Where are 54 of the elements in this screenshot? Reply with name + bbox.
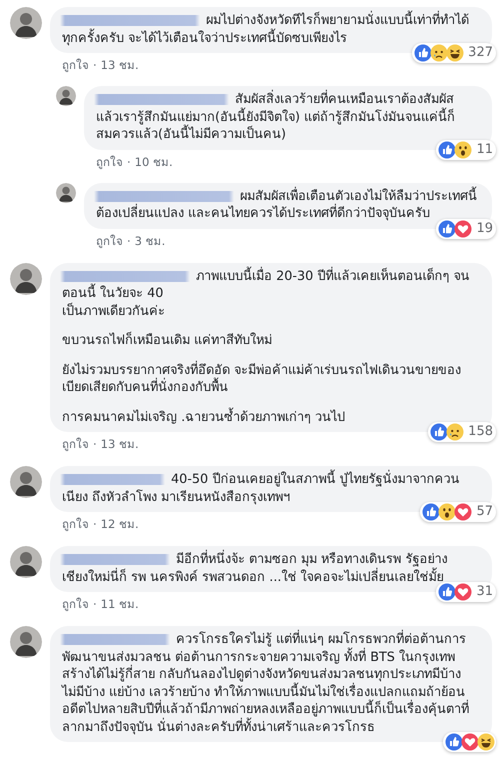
- surprised-face-icon: [454, 140, 472, 158]
- like-link[interactable]: ถูกใจ: [62, 515, 89, 533]
- avatar: [10, 262, 42, 294]
- reaction-summary[interactable]: 11: [436, 140, 496, 160]
- avatar: [56, 86, 76, 106]
- like-reaction-icon: [414, 44, 432, 62]
- avatar: [10, 466, 42, 498]
- reaction-summary[interactable]: 327: [412, 43, 496, 63]
- laughing-face-icon: [446, 44, 464, 62]
- comment-text: ภาพแบบนี้เมื่อ 20-30 ปีที่แล้วเคยเห็นตอนเด็กๆ จนตอนนี้ ในวัยจะ 40 เป็นภาพเดียวกันค่ะ: [62, 268, 470, 320]
- like-reaction-icon: [438, 583, 456, 601]
- heart-reaction-icon: [454, 583, 472, 601]
- avatar: [10, 7, 42, 39]
- reaction-summary[interactable]: 158: [428, 422, 496, 442]
- avatar: [10, 626, 42, 658]
- timestamp[interactable]: 13 ชม.: [100, 435, 139, 453]
- reaction-summary[interactable]: [443, 732, 496, 752]
- like-reaction-icon: [430, 423, 448, 441]
- timestamp[interactable]: 12 ชม.: [100, 515, 139, 533]
- like-link[interactable]: ถูกใจ: [62, 435, 89, 453]
- like-reaction-icon: [445, 733, 463, 751]
- separator: ·: [93, 437, 97, 451]
- separator: ·: [93, 597, 97, 611]
- heart-reaction-icon: [454, 503, 472, 521]
- reaction-summary[interactable]: 31: [436, 582, 496, 602]
- reaction-summary[interactable]: 19: [436, 218, 496, 238]
- avatar: [56, 182, 76, 202]
- comment-text: ควรโกรธใครไม่รู้ แต่ที่แน่ๆ ผมโกรธพวกที่ต่อต้านการพัฒนาขนส่งมวลชน ต่อต้านการกระจายความเจริญ ทั้งที่ BTS ในกรุงเทพสร้างได้ไม่รู้กี่สาย กลับกันลองไปดูต่างจังหวัดขนส่งมวลชนทุกประเภทมีบ้างไม่มีบ้าง แย่บ้าง เลวร้ายบ้าง ทำให้ภาพแบบนี้มันไม่ใช่เรื่องแปลกแถมถ้าย้อนอดีตไปหลายสิบปีที่แล้วถ้ามีภาพถ่ายหลงเหลืออยู่ภาพแบบนี้ก็เป็นเรื่องคุ้นตาที่ลากมาถึงปัจจุบัน นั่นต่างละครับที่ทั้งน่าเศร้าและควรโกรธ: [62, 631, 478, 736]
- separator: ·: [93, 517, 97, 531]
- separator: ·: [127, 234, 131, 248]
- like-link[interactable]: ถูกใจ: [96, 152, 123, 170]
- like-link[interactable]: ถูกใจ: [62, 56, 89, 74]
- surprised-face-icon: [438, 503, 456, 521]
- comment-text: ยังไม่รวมบรรยากาศจริงที่อึดอัด จะมีพ่อค้าแม่ค้าเร่บนรถไฟเดินวนขายของเบียดเสียดกับคนที่นั่งกองกับพื้น: [62, 362, 462, 396]
- like-reaction-icon: [438, 220, 456, 238]
- laughing-face-icon: [477, 733, 495, 751]
- reaction-summary[interactable]: 57: [420, 502, 496, 522]
- separator: ·: [127, 154, 131, 168]
- timestamp[interactable]: 13 ชม.: [100, 56, 139, 74]
- like-link[interactable]: ถูกใจ: [96, 232, 123, 250]
- comment-text: การคมนาคมไม่เจริญ .ฉายวนซ้ำด้วยภาพเก่าๆ วนไป: [62, 408, 346, 426]
- like-reaction-icon: [422, 503, 440, 521]
- like-reaction-icon: [438, 140, 456, 158]
- like-link[interactable]: ถูกใจ: [62, 595, 89, 613]
- comment-text: ขบวนรถไฟก็เหมือนเดิม แค่ทาสีทับใหม่: [62, 332, 274, 350]
- timestamp[interactable]: 10 ชม.: [134, 152, 173, 170]
- heart-reaction-icon: [461, 733, 479, 751]
- timestamp[interactable]: 11 ชม.: [100, 595, 139, 613]
- timestamp[interactable]: 3 ชม.: [134, 232, 166, 250]
- separator: ·: [93, 58, 97, 72]
- sad-face-icon: [430, 44, 448, 62]
- avatar: [10, 546, 42, 578]
- sad-face-icon: [446, 423, 464, 441]
- heart-reaction-icon: [454, 220, 472, 238]
